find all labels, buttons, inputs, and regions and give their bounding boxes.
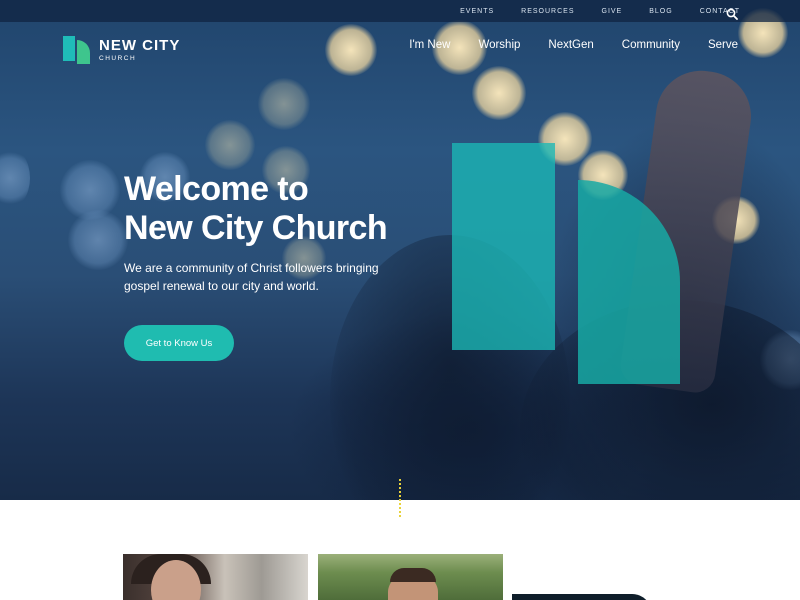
bokeh-light <box>0 148 30 208</box>
brand-shape-dark <box>512 594 652 600</box>
nav-item-nextgen[interactable]: NextGen <box>548 39 593 51</box>
feature-card-image[interactable] <box>123 554 308 600</box>
logo-sub: CHURCH <box>99 55 137 62</box>
bokeh-light <box>258 78 310 130</box>
bokeh-light <box>68 210 128 270</box>
hero-subtitle: We are a community of Christ followers b… <box>124 261 379 293</box>
site-logo[interactable]: NEW CITY CHURCH <box>63 36 180 64</box>
nav-item-worship[interactable]: Worship <box>478 39 520 51</box>
utility-nav: EVENTS RESOURCES GIVE BLOG CONTACT <box>0 0 800 22</box>
search-icon[interactable] <box>726 5 738 20</box>
bokeh-light <box>472 66 526 120</box>
bokeh-light <box>205 120 255 170</box>
brand-shape-rect <box>452 143 555 350</box>
nav-item-serve[interactable]: Serve <box>708 39 738 51</box>
feature-card-image[interactable] <box>318 554 503 600</box>
bokeh-light <box>325 24 377 76</box>
main-nav: I'm New Worship NextGen Community Serve <box>381 39 738 51</box>
scroll-indicator[interactable] <box>399 479 401 519</box>
logo-text: NEW CITY CHURCH <box>99 37 181 63</box>
nav-item-im-new[interactable]: I'm New <box>409 39 450 51</box>
get-to-know-us-button[interactable]: Get to Know Us <box>124 325 234 361</box>
utility-link-resources[interactable]: RESOURCES <box>521 8 574 15</box>
nav-item-community[interactable]: Community <box>622 39 680 51</box>
hero-title-line2: New City Church <box>124 209 388 247</box>
logo-mark-icon <box>63 36 91 64</box>
utility-link-give[interactable]: GIVE <box>602 8 623 15</box>
logo-name: NEW CITY <box>99 37 181 54</box>
utility-link-blog[interactable]: BLOG <box>649 8 672 15</box>
hero-section: EVENTS RESOURCES GIVE BLOG CONTACT NEW C… <box>0 0 800 500</box>
hero-title: Welcome to New City Church <box>124 170 444 248</box>
hero-title-line1: Welcome to <box>124 170 309 208</box>
utility-link-events[interactable]: EVENTS <box>460 8 494 15</box>
